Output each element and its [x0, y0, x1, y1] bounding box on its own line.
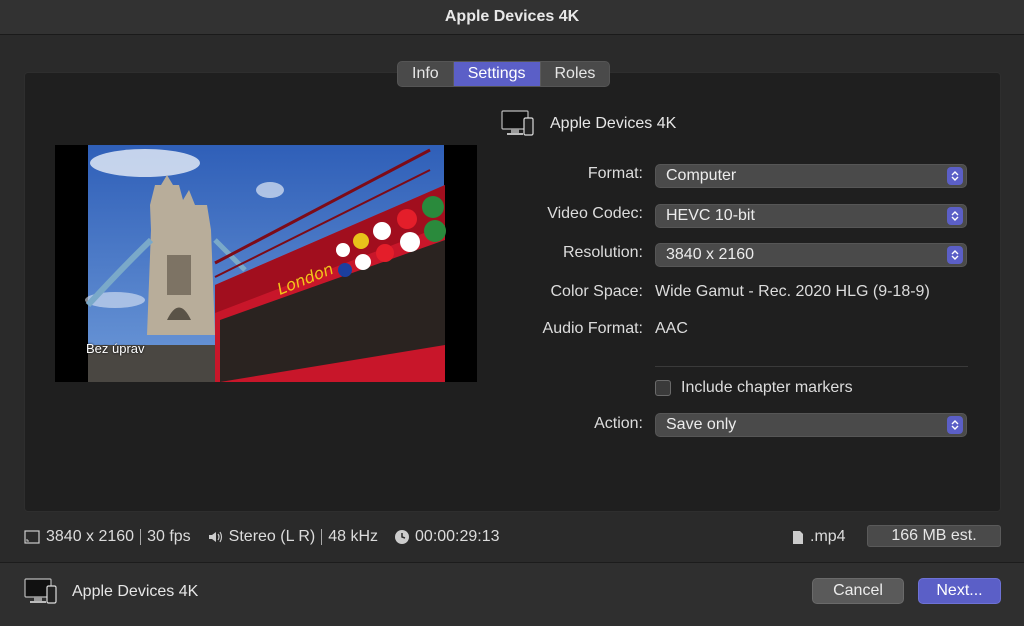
chevron-up-down-icon	[947, 246, 963, 264]
format-popup[interactable]: Computer	[655, 164, 967, 188]
next-button[interactable]: Next...	[918, 578, 1001, 604]
format-label: Format:	[587, 165, 643, 182]
chevron-up-down-icon	[947, 207, 963, 225]
clock-icon	[395, 530, 410, 544]
preset-header: Apple Devices 4K	[500, 110, 676, 138]
color-space-label: Color Space:	[550, 283, 644, 300]
chevron-up-down-icon	[947, 416, 963, 434]
computer-and-phone-icon	[501, 110, 534, 136]
info-bar: 3840 x 2160 30 fps Stereo (L R) 48 kHz 0…	[24, 527, 500, 547]
action-label: Action:	[594, 415, 643, 432]
chapter-markers-label[interactable]: Include chapter markers	[681, 379, 853, 397]
preset-name: Apple Devices 4K	[550, 115, 677, 132]
info-sample-rate: 48 kHz	[328, 528, 379, 545]
computer-and-phone-icon	[24, 578, 57, 604]
window-title: Apple Devices 4K	[444, 8, 580, 25]
footer-device-name: Apple Devices 4K	[72, 583, 199, 600]
info-audio-channels: Stereo (L R)	[228, 528, 316, 545]
tab-bar: Info Settings Roles	[397, 61, 611, 87]
chapter-markers-checkbox[interactable]	[655, 380, 671, 396]
action-value: Save only	[666, 416, 737, 433]
resolution-popup[interactable]: 3840 x 2160	[655, 243, 967, 267]
tab-roles[interactable]: Roles	[539, 62, 610, 86]
resolution-value: 3840 x 2160	[666, 246, 755, 263]
cancel-button[interactable]: Cancel	[812, 578, 904, 604]
document-icon	[793, 530, 803, 544]
separator	[321, 529, 323, 545]
info-fps: 30 fps	[147, 528, 191, 545]
info-file-ext: .mp4	[810, 528, 846, 545]
separator	[140, 529, 142, 545]
resolution-label: Resolution:	[562, 244, 643, 261]
video-codec-popup[interactable]: HEVC 10-bit	[655, 204, 967, 228]
video-codec-value: HEVC 10-bit	[666, 207, 755, 224]
action-popup[interactable]: Save only	[655, 413, 967, 437]
divider	[655, 366, 968, 367]
chevron-up-down-icon	[947, 167, 963, 185]
footer-device: Apple Devices 4K	[24, 578, 198, 606]
audio-format-value: AAC	[655, 320, 688, 337]
title-bar: Apple Devices 4K	[0, 0, 1024, 35]
speaker-icon	[208, 531, 222, 543]
file-type-info: .mp4	[792, 527, 846, 547]
info-resolution: 3840 x 2160	[46, 528, 135, 545]
tab-info[interactable]: Info	[398, 62, 453, 86]
info-duration: 00:00:29:13	[415, 528, 500, 545]
color-space-value: Wide Gamut - Rec. 2020 HLG (9-18-9)	[655, 283, 930, 300]
video-codec-label: Video Codec:	[547, 205, 643, 222]
preview-overlay-label: Bez úprav	[86, 341, 145, 356]
format-value: Computer	[666, 167, 737, 184]
frame-size-icon	[24, 530, 40, 544]
file-size-estimate: 166 MB est.	[867, 525, 1001, 547]
tab-settings[interactable]: Settings	[452, 62, 540, 86]
audio-format-label: Audio Format:	[542, 320, 643, 337]
